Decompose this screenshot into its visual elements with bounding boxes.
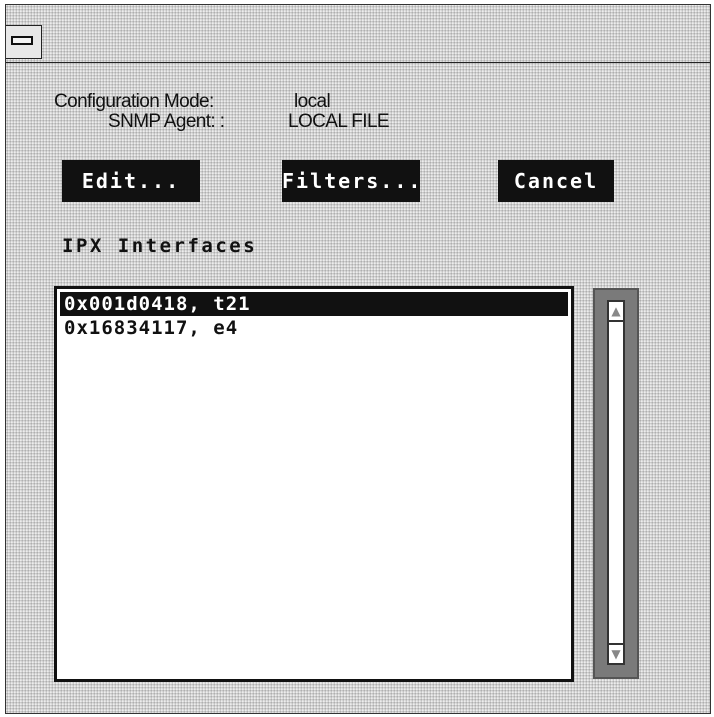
scroll-down-arrow-icon[interactable]: ▼: [609, 643, 623, 663]
title-bar: [6, 5, 710, 63]
scroll-up-arrow-icon[interactable]: ▲: [609, 302, 623, 322]
filters-button[interactable]: Filters...: [282, 160, 420, 202]
snmp-agent-value: LOCAL FILE: [288, 111, 390, 132]
configuration-mode-value: local: [294, 91, 331, 112]
list-item[interactable]: 0x001d0418, t21: [60, 292, 568, 316]
ipx-interfaces-list[interactable]: 0x001d0418, t21 0x16834117, e4: [54, 286, 574, 682]
configuration-mode-label: Configuration Mode:: [54, 91, 214, 112]
scrollbar-track[interactable]: ▲ ▼: [607, 300, 625, 665]
list-item[interactable]: 0x16834117, e4: [60, 316, 568, 340]
window-menu-button[interactable]: [6, 25, 42, 59]
ipx-interfaces-heading: IPX Interfaces: [62, 235, 258, 257]
snmp-agent-label: SNMP Agent: :: [108, 111, 225, 132]
cancel-button[interactable]: Cancel: [498, 160, 614, 202]
window-menu-icon: [11, 36, 33, 45]
vertical-scrollbar[interactable]: ▲ ▼: [593, 288, 639, 679]
edit-button[interactable]: Edit...: [62, 160, 200, 202]
ipx-interfaces-window: Configuration Mode: local SNMP Agent: : …: [5, 4, 711, 714]
